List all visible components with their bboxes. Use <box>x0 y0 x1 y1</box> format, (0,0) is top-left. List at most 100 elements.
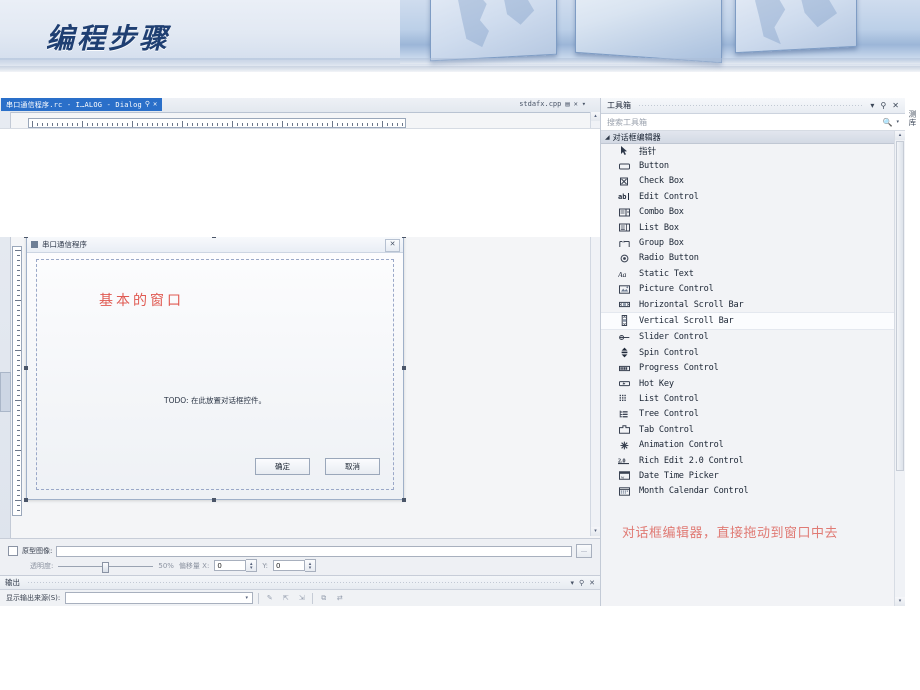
close-icon[interactable]: ✕ <box>574 101 578 108</box>
tab-stdafx-cpp[interactable]: stdafx.cpp ▤ ✕ ▾ <box>519 98 586 111</box>
toolbox-item-button[interactable]: Button <box>601 158 895 173</box>
toolbox-item-label: Animation Control <box>639 440 724 451</box>
search-icon[interactable]: 🔍 <box>883 118 893 127</box>
slider-thumb[interactable] <box>102 561 110 573</box>
close-icon[interactable]: ✕ <box>892 101 899 110</box>
tab-dialog-resource[interactable]: 串口通信程序.rc - I…ALOG - Dialog ⚲ ✕ <box>1 98 163 111</box>
close-icon[interactable]: ✕ <box>589 579 595 587</box>
save-icon[interactable]: ▤ <box>565 101 569 108</box>
animation-icon <box>617 440 631 451</box>
toolbox-item-progress-control[interactable]: Progress Control <box>601 360 895 375</box>
resize-handle[interactable] <box>402 498 406 502</box>
up-arrow-icon[interactable]: ⇱ <box>280 593 291 604</box>
offset-x-input[interactable] <box>214 560 247 571</box>
dialog-titlebar: 串口通信程序 ✕ <box>27 237 403 253</box>
toolbox-item-month-calendar-control[interactable]: Month Calendar Control <box>601 484 895 499</box>
system-menu-icon[interactable] <box>31 241 38 248</box>
toolbox-item-spin-control[interactable]: Spin Control <box>601 345 895 360</box>
toolbox-item-edit-control[interactable]: ab Edit Control <box>601 189 895 204</box>
scroll-up-icon[interactable]: ▴ <box>895 131 905 140</box>
toolbox-search-row[interactable]: 搜索工具箱 🔍 ▾ <box>601 114 905 131</box>
scroll-down-icon[interactable]: ▾ <box>591 527 600 536</box>
toolbox-item-[interactable]: 指针 <box>601 143 895 158</box>
resize-handle[interactable] <box>24 366 28 370</box>
vscrollbar-icon <box>617 315 631 327</box>
opacity-slider[interactable] <box>58 561 154 573</box>
toolbox-item-tree-control[interactable]: Tree Control <box>601 407 895 422</box>
clear-icon[interactable]: ✎ <box>264 593 275 604</box>
offset-x-stepper[interactable]: ▴▾ <box>214 559 258 572</box>
pin-icon[interactable]: ⚲ <box>579 579 584 587</box>
drag-dots[interactable] <box>639 105 863 106</box>
browse-button[interactable]: … <box>576 544 592 558</box>
resize-handle[interactable] <box>24 498 28 502</box>
dialog-design-surface[interactable]: 串口通信程序 ✕ 基本的窗口 TODO: 在此放置对话框控件。 确定 取消 <box>24 234 408 504</box>
pin-icon[interactable]: ⚲ <box>145 101 150 108</box>
spin-buttons[interactable]: ▴ ▾ <box>246 559 258 572</box>
scroll-thumb[interactable] <box>896 141 904 471</box>
wrap-icon[interactable]: ⧉ <box>318 593 329 604</box>
chevron-down-icon[interactable]: ▾ <box>241 595 252 601</box>
offset-y-label: Y: <box>262 561 269 570</box>
scroll-up-icon[interactable]: ▴ <box>591 112 600 121</box>
offset-label: 偏移量 X: <box>178 561 210 570</box>
ok-button[interactable]: 确定 <box>255 458 310 475</box>
tab-label: 串口通信程序.rc - I…ALOG - Dialog <box>6 100 142 109</box>
toolbox-item-label: Radio Button <box>639 253 699 264</box>
toolbox-item-picture-control[interactable]: Picture Control <box>601 282 895 297</box>
toolbox-item-vertical-scroll-bar[interactable]: Vertical Scroll Bar <box>601 312 895 330</box>
toolbox-item-label: Rich Edit 2.0 Control <box>639 455 744 466</box>
resize-handle[interactable] <box>212 498 216 502</box>
toolbox-item-slider-control[interactable]: Slider Control <box>601 330 895 345</box>
toolbox-item-label: Date Time Picker <box>639 470 719 481</box>
close-icon[interactable]: ✕ <box>385 239 400 252</box>
toolbox-item-check-box[interactable]: Check Box <box>601 174 895 189</box>
left-rail-tab[interactable] <box>0 372 11 412</box>
prototype-image-checkbox[interactable] <box>8 546 18 556</box>
pin-icon[interactable]: ⚲ <box>880 101 886 110</box>
svg-text:Aa: Aa <box>618 270 627 278</box>
slider-icon <box>617 332 631 343</box>
triangle-down-icon[interactable]: ◢ <box>605 134 610 141</box>
toolbox-item-date-time-picker[interactable]: w Date Time Picker <box>601 468 895 483</box>
vertical-tab[interactable]: 测库 <box>906 100 919 136</box>
edit-control-icon: ab <box>617 191 631 202</box>
chevron-down-icon[interactable]: ▾ <box>570 579 574 587</box>
down-arrow-icon[interactable]: ⇲ <box>296 593 307 604</box>
drag-dots[interactable] <box>28 582 563 583</box>
toolbox-item-radio-button[interactable]: Radio Button <box>601 251 895 266</box>
toolbox-item-horizontal-scroll-bar[interactable]: Horizontal Scroll Bar <box>601 297 895 312</box>
toolbox-item-static-text[interactable]: Aa Static Text <box>601 266 895 281</box>
toolbar-separator <box>312 592 314 604</box>
rich-edit-icon: 2.0 <box>617 455 631 466</box>
prototype-path-input[interactable] <box>56 545 572 557</box>
close-icon[interactable]: ✕ <box>153 101 157 108</box>
search-input[interactable]: 搜索工具箱 <box>607 117 883 128</box>
toolbox-item-hot-key[interactable]: Hot Key <box>601 376 895 391</box>
toolbox-category-label: 对话框编辑器 <box>612 132 661 142</box>
dialog-todo-text: TODO: 在此放置对话框控件。 <box>164 396 266 405</box>
toolbox-item-list-control[interactable]: List Control <box>601 391 895 406</box>
spin-buttons[interactable]: ▴ ▾ <box>305 559 317 572</box>
dialog-client-area[interactable]: 基本的窗口 TODO: 在此放置对话框控件。 确定 取消 <box>36 259 394 490</box>
chevron-down-icon[interactable]: ▾ <box>896 119 899 125</box>
toolbox-item-combo-box[interactable]: Combo Box <box>601 205 895 220</box>
offset-y-stepper[interactable]: ▴▾ <box>273 559 317 572</box>
chevron-down-icon[interactable]: ▾ <box>870 101 874 110</box>
scroll-down-icon[interactable]: ▾ <box>895 597 905 606</box>
chevron-down-icon[interactable]: ▾ <box>582 101 586 108</box>
resize-handle[interactable] <box>402 366 406 370</box>
toolbox-item-label: Static Text <box>639 268 694 279</box>
toolbox-item-rich-edit-2-0-control[interactable]: 2.0 Rich Edit 2.0 Control <box>601 453 895 468</box>
offset-y-input[interactable] <box>273 560 306 571</box>
goto-icon[interactable]: ⇄ <box>334 593 345 604</box>
cancel-button[interactable]: 取消 <box>325 458 380 475</box>
output-text-area[interactable] <box>0 128 600 237</box>
toolbox-item-group-box[interactable]: ab Group Box <box>601 235 895 250</box>
static-text-icon: Aa <box>617 268 631 279</box>
toolbox-item-tab-control[interactable]: Tab Control <box>601 422 895 437</box>
dialog-preview[interactable]: 串口通信程序 ✕ 基本的窗口 TODO: 在此放置对话框控件。 确定 取消 <box>26 236 404 500</box>
toolbox-item-animation-control[interactable]: Animation Control <box>601 437 895 452</box>
output-source-select[interactable]: ▾ <box>65 592 254 604</box>
toolbox-item-list-box[interactable]: List Box <box>601 220 895 235</box>
